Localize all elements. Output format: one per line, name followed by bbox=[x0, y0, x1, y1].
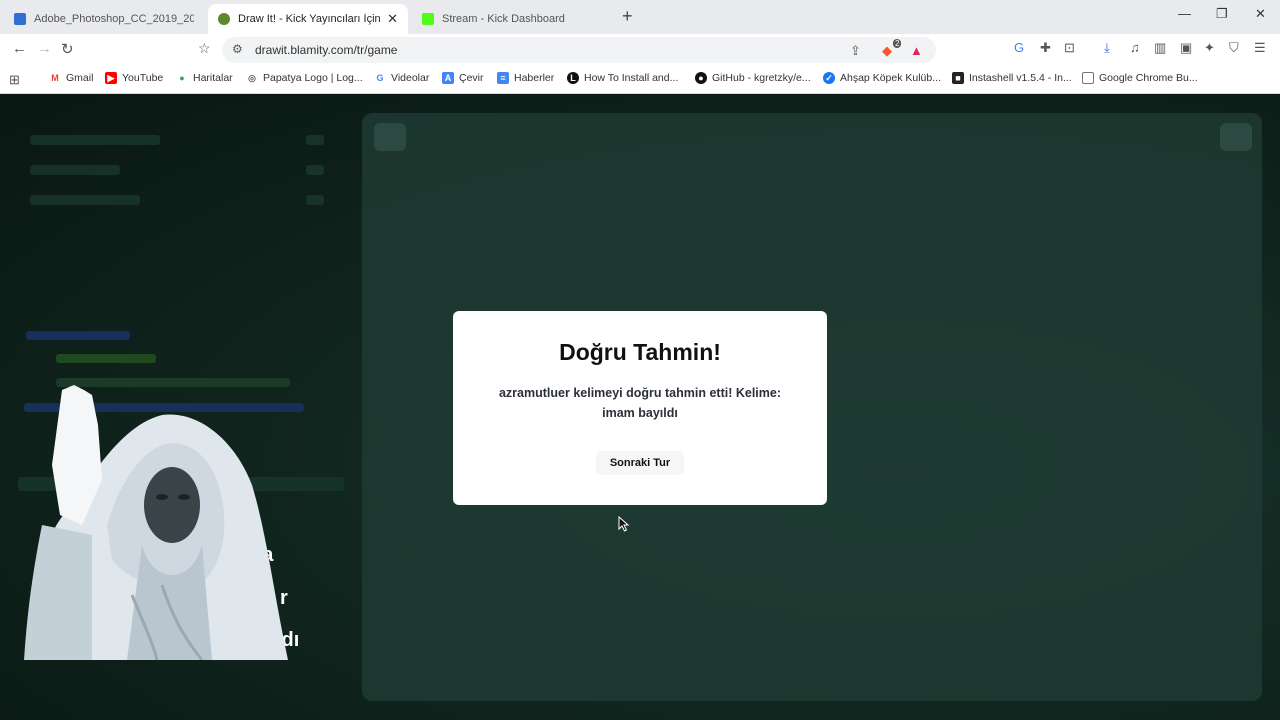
download-icon[interactable]: ⤓ bbox=[1104, 40, 1110, 56]
bookmark-star-icon[interactable]: ☆ bbox=[198, 40, 211, 57]
bookmark-ahsap[interactable]: ✓ Ahşap Köpek Kulüb... bbox=[823, 72, 941, 84]
browser-tab-strip: Adobe_Photoshop_CC_2019_20.0.10. Draw It… bbox=[0, 0, 1280, 34]
close-window-button[interactable]: ✕ bbox=[1255, 6, 1266, 22]
sidebar-item bbox=[30, 135, 160, 145]
wallet-icon[interactable]: ▣ bbox=[1180, 40, 1192, 56]
dialog-message-word: imam bayıldı bbox=[602, 406, 678, 420]
tab-label: Stream - Kick Dashboard bbox=[442, 13, 565, 25]
chat-line bbox=[56, 354, 156, 363]
bookmark-label: Gmail bbox=[66, 72, 94, 84]
settings-button bbox=[1220, 123, 1252, 151]
bookmark-gmail[interactable]: M Gmail bbox=[49, 72, 93, 84]
bookmark-youtube[interactable]: ▶ YouTube bbox=[105, 72, 163, 84]
bookmark-label: Haberler bbox=[514, 72, 555, 84]
translate-extension-icon[interactable]: G bbox=[1014, 40, 1024, 55]
tab-draw-it[interactable]: Draw It! - Kick Yayıncıları İçin Çizim ✕ bbox=[208, 4, 408, 34]
dialog-message: azramutluer kelimeyi doğru tahmin etti! … bbox=[483, 383, 797, 423]
bookmark-label: Haritalar bbox=[193, 72, 233, 84]
tab-close-icon[interactable]: ✕ bbox=[381, 11, 398, 27]
youtube-icon: ▶ bbox=[105, 72, 117, 84]
bookmark-folder-chrome[interactable]: Google Chrome Bu... bbox=[1082, 72, 1198, 84]
tool-button bbox=[374, 123, 406, 151]
url-text[interactable]: drawit.blamity.com/tr/game bbox=[255, 43, 397, 57]
bookmark-label: How To Install and... bbox=[584, 72, 679, 84]
bookmark-label: Google Chrome Bu... bbox=[1099, 72, 1198, 84]
bookmark-maps[interactable]: ● Haritalar bbox=[176, 72, 233, 84]
chat-line bbox=[26, 331, 130, 340]
google-icon: G bbox=[374, 72, 386, 84]
photoshop-favicon-icon bbox=[14, 13, 26, 25]
dialog-title: Doğru Tahmin! bbox=[559, 339, 721, 365]
music-icon[interactable]: ♫ bbox=[1130, 40, 1140, 55]
tab-kick-dashboard[interactable]: Stream - Kick Dashboard bbox=[412, 4, 612, 34]
folder-icon bbox=[1082, 72, 1094, 84]
extension-badge: 2 bbox=[893, 39, 902, 48]
tab-photoshop[interactable]: Adobe_Photoshop_CC_2019_20.0.10. bbox=[4, 4, 204, 34]
extensions-puzzle-icon[interactable]: ✚ bbox=[1040, 40, 1051, 56]
dialog-message-line: azramutluer kelimeyi doğru tahmin etti! … bbox=[498, 386, 781, 400]
bookmarks-bar: ⊞ M Gmail ▶ YouTube ● Haritalar ◎ Papatya Lo… bbox=[0, 66, 1280, 94]
gmail-icon: M bbox=[49, 72, 61, 84]
bookmark-label: YouTube bbox=[122, 72, 164, 84]
bookmark-label: Videolar bbox=[391, 72, 430, 84]
share-icon[interactable]: ⇪ bbox=[850, 43, 861, 59]
correct-guess-dialog: Doğru Tahmin! azramutluer kelimeyi doğru… bbox=[453, 311, 827, 505]
bookmark-instashell[interactable]: ■ Instashell v1.5.4 - In... bbox=[952, 72, 1072, 84]
bookmark-how-to-install[interactable]: L How To Install and... bbox=[567, 72, 678, 84]
bookmark-news[interactable]: ≡ Haberler bbox=[497, 72, 554, 84]
apps-grid-icon[interactable]: ⊞ bbox=[9, 72, 20, 88]
news-icon: ≡ bbox=[497, 72, 509, 84]
bookmark-label: Ahşap Köpek Kulüb... bbox=[840, 72, 941, 84]
streamer-webcam-overlay bbox=[24, 385, 288, 660]
back-button[interactable]: ← bbox=[12, 40, 27, 57]
sidebar-item bbox=[30, 195, 140, 205]
github-icon: ● bbox=[695, 72, 707, 84]
sidebar-item bbox=[30, 165, 120, 175]
screenshot-icon[interactable]: ⊡ bbox=[1064, 40, 1075, 56]
globe-icon: ◎ bbox=[246, 72, 258, 84]
sidebar-icon[interactable]: ▥ bbox=[1154, 40, 1166, 56]
draw-it-favicon-icon bbox=[218, 13, 230, 25]
maps-icon: ● bbox=[176, 72, 188, 84]
brave-shield-icon[interactable]: ◆ bbox=[882, 43, 892, 59]
restore-button[interactable]: ❐ bbox=[1216, 6, 1228, 22]
site-info-icon[interactable]: ⚙ bbox=[232, 42, 243, 56]
bookmark-label: Instashell v1.5.4 - In... bbox=[969, 72, 1072, 84]
bookmark-papatya[interactable]: ◎ Papatya Logo | Log... bbox=[246, 72, 363, 84]
bookmark-label: Çevir bbox=[459, 72, 484, 84]
l-icon: L bbox=[567, 72, 579, 84]
bookmark-github[interactable]: ● GitHub - kgretzky/e... bbox=[695, 72, 811, 84]
bookmark-label: GitHub - kgretzky/e... bbox=[712, 72, 811, 84]
sidebar-badge bbox=[306, 135, 324, 145]
tab-label: Adobe_Photoshop_CC_2019_20.0.10. bbox=[34, 13, 194, 25]
brave-rewards-icon[interactable]: ▲ bbox=[910, 43, 923, 58]
kick-favicon-icon bbox=[422, 13, 434, 25]
bookmark-label: Papatya Logo | Log... bbox=[263, 72, 363, 84]
browser-toolbar: ← → ↻ ☆ ⚙ drawit.blamity.com/tr/game ⇪ ◆… bbox=[0, 34, 1280, 66]
address-bar[interactable]: ⚙ drawit.blamity.com/tr/game ⇪ ◆ 2 ▲ bbox=[222, 37, 936, 63]
bookmark-translate[interactable]: A Çevir bbox=[442, 72, 484, 84]
new-tab-button[interactable]: + bbox=[622, 6, 633, 27]
reload-button[interactable]: ↻ bbox=[61, 40, 74, 58]
bookmark-videos[interactable]: G Videolar bbox=[374, 72, 429, 84]
forward-button[interactable]: → bbox=[37, 40, 52, 57]
leo-ai-icon[interactable]: ✦ bbox=[1204, 40, 1215, 56]
minimize-button[interactable]: — bbox=[1178, 6, 1191, 21]
sidebar-badge bbox=[306, 195, 324, 205]
menu-icon[interactable]: ☰ bbox=[1254, 40, 1266, 56]
terminal-icon: ■ bbox=[952, 72, 964, 84]
translate-icon: A bbox=[442, 72, 454, 84]
mouse-cursor-icon bbox=[618, 516, 630, 532]
check-icon: ✓ bbox=[823, 72, 835, 84]
sidebar-badge bbox=[306, 165, 324, 175]
tab-label: Draw It! - Kick Yayıncıları İçin Çizim bbox=[238, 13, 381, 25]
next-round-button[interactable]: Sonraki Tur bbox=[596, 451, 684, 475]
vpn-shield-icon[interactable]: ⛉ bbox=[1229, 40, 1239, 56]
